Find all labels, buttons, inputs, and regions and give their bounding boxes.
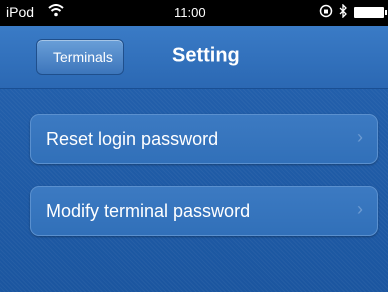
page-title: Setting <box>172 44 240 67</box>
navigation-bar: Terminals Setting <box>0 26 388 89</box>
settings-list: Reset login password › Modify terminal p… <box>0 89 388 292</box>
status-right <box>319 3 387 21</box>
battery-icon <box>354 7 387 18</box>
back-button[interactable]: Terminals <box>36 39 124 75</box>
chevron-right-icon: › <box>357 127 363 147</box>
rotation-lock-icon <box>319 4 333 21</box>
bluetooth-icon <box>339 3 348 21</box>
chevron-right-icon: › <box>357 199 363 219</box>
modify-terminal-password-row[interactable]: Modify terminal password › <box>30 186 378 236</box>
reset-login-password-row[interactable]: Reset login password › <box>30 114 378 164</box>
wifi-icon <box>48 4 64 20</box>
status-time: 11:00 <box>174 5 206 20</box>
row-label: Reset login password <box>46 129 219 149</box>
status-bar: iPod 11:00 <box>0 0 388 26</box>
row-label: Modify terminal password <box>46 201 251 221</box>
carrier-label: iPod <box>6 4 35 20</box>
